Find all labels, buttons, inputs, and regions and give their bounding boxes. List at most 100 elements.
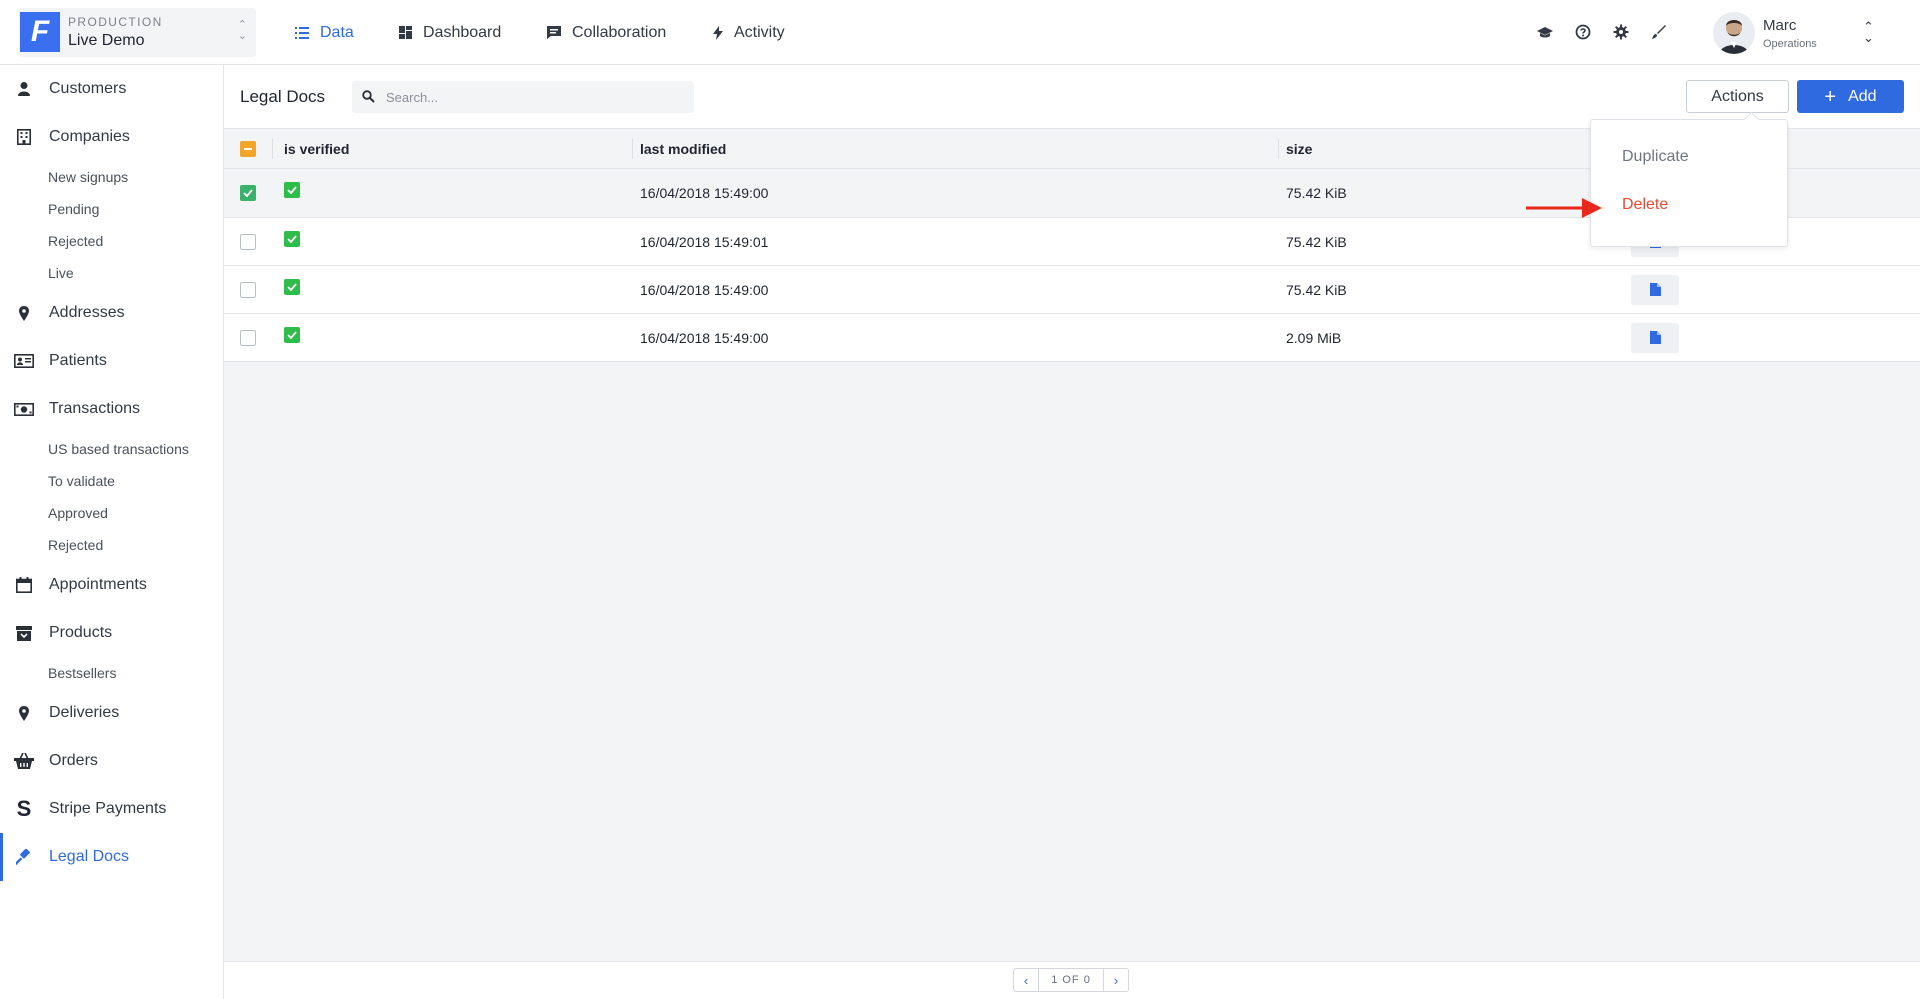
dashboard-icon (399, 26, 412, 39)
sidebar-item-legal-docs[interactable]: Legal Docs (0, 833, 223, 881)
verified-check-icon (284, 230, 300, 247)
row-checkbox[interactable] (240, 329, 256, 346)
archive-box-icon (14, 624, 34, 642)
app-logo: F (20, 12, 60, 52)
map-pin-icon (14, 704, 34, 722)
user-menu[interactable]: Marc Operations ⌃ ⌄ (1713, 12, 1903, 54)
sidebar-item-label: Legal Docs (49, 848, 130, 865)
sidebar-subitem-new-signups[interactable]: New signups (48, 169, 128, 185)
actions-button[interactable]: Actions (1686, 80, 1789, 113)
pagination: ‹ 1 OF 0 › (1013, 968, 1129, 992)
sidebar-subitem-rejected[interactable]: Rejected (48, 537, 103, 553)
search-icon (362, 90, 375, 103)
sidebar-item-label: Customers (49, 80, 127, 97)
sidebar-item-customers[interactable]: Customers (0, 71, 223, 107)
add-button[interactable]: + Add (1797, 80, 1904, 113)
sidebar-item-companies[interactable]: Companies (0, 119, 223, 155)
cell-last-modified: 16/04/2018 15:49:01 (640, 233, 769, 250)
verified-check-icon (284, 278, 300, 295)
sidebar-item-orders[interactable]: Orders (0, 743, 223, 779)
cell-size: 75.42 KiB (1286, 233, 1347, 250)
help-icon[interactable] (1575, 24, 1591, 40)
row-checkbox[interactable] (240, 281, 256, 298)
sidebar-subitem-rejected[interactable]: Rejected (48, 233, 103, 249)
brush-icon[interactable] (1651, 24, 1667, 40)
sidebar-item-addresses[interactable]: Addresses (0, 295, 223, 331)
top-bar: F PRODUCTION Live Demo ⌃ ⌄ Data Dashboard… (0, 0, 1920, 65)
sidebar-item-label: Patients (49, 352, 107, 369)
tab-collaboration[interactable]: Collaboration (547, 0, 666, 65)
column-header-is-verified[interactable]: is verified (284, 129, 349, 168)
sidebar-subitem-bestsellers[interactable]: Bestsellers (48, 665, 116, 681)
gavel-icon (14, 848, 34, 866)
money-icon (14, 400, 34, 418)
file-icon (1649, 283, 1661, 296)
project-switcher[interactable]: F PRODUCTION Live Demo ⌃ ⌄ (19, 8, 256, 57)
sidebar-item-stripe-payments[interactable]: S Stripe Payments (0, 791, 223, 827)
sidebar-item-patients[interactable]: Patients (0, 343, 223, 379)
select-all-checkbox[interactable] (240, 140, 256, 157)
avatar (1713, 12, 1755, 54)
gear-icon[interactable] (1613, 24, 1629, 40)
cell-last-modified: 16/04/2018 15:49:00 (640, 329, 769, 346)
id-card-icon (14, 352, 34, 370)
project-environment: PRODUCTION (68, 15, 163, 29)
sidebar-item-label: Products (49, 624, 113, 641)
page-title: Legal Docs (240, 87, 326, 106)
menu-item-delete[interactable]: Delete (1591, 185, 1787, 225)
cell-size: 75.42 KiB (1286, 185, 1347, 201)
column-header-size[interactable]: size (1286, 129, 1312, 168)
user-role: Operations (1763, 38, 1817, 50)
search-box[interactable] (352, 81, 694, 113)
chat-icon (547, 26, 561, 39)
tab-data[interactable]: Data (295, 0, 354, 65)
sidebar-subitem-us-based-transactions[interactable]: US based transactions (48, 441, 189, 457)
sidebar-item-appointments[interactable]: Appointments (0, 567, 223, 603)
annotation-arrow-icon (1526, 198, 1602, 218)
table-row[interactable]: 16/04/2018 15:49:00 75.42 KiB (224, 266, 1920, 314)
graduation-cap-icon[interactable] (1537, 24, 1553, 40)
sidebar-item-deliveries[interactable]: Deliveries (0, 695, 223, 731)
add-button-label: Add (1848, 87, 1877, 105)
menu-item-duplicate[interactable]: Duplicate (1591, 137, 1787, 177)
pagination-label: 1 OF 0 (1038, 969, 1104, 991)
sidebar-item-label: Orders (49, 752, 98, 769)
stripe-icon: S (16, 796, 32, 821)
actions-dropdown-menu: Duplicate Delete (1590, 119, 1788, 247)
sidebar-subitem-pending[interactable]: Pending (48, 201, 99, 217)
verified-check-icon (284, 182, 300, 198)
search-input[interactable] (386, 81, 686, 113)
sidebar-item-label: Addresses (49, 304, 125, 321)
map-pin-icon (14, 304, 34, 322)
sidebar-item-transactions[interactable]: Transactions (0, 391, 223, 427)
tab-activity-label: Activity (734, 23, 785, 41)
tab-activity[interactable]: Activity (713, 0, 785, 65)
user-name: Marc (1763, 17, 1797, 34)
tab-collaboration-label: Collaboration (572, 23, 667, 41)
chevron-right-icon[interactable]: › (1104, 969, 1128, 991)
file-icon (1649, 331, 1661, 344)
sidebar: Customers Companies New signups Pending … (0, 65, 224, 999)
sidebar-subitem-approved[interactable]: Approved (48, 505, 108, 521)
row-checkbox[interactable] (240, 233, 256, 250)
sidebar-item-label: Companies (49, 128, 130, 145)
cell-last-modified: 16/04/2018 15:49:00 (640, 185, 769, 201)
tab-dashboard-label: Dashboard (423, 23, 502, 41)
column-header-last-modified[interactable]: last modified (640, 129, 726, 168)
cell-size: 75.42 KiB (1286, 281, 1347, 298)
chevron-up-down-icon[interactable]: ⌃ ⌄ (238, 20, 247, 42)
sidebar-item-products[interactable]: Products (0, 615, 223, 651)
sidebar-item-label: Stripe Payments (49, 800, 167, 817)
sidebar-subitem-to-validate[interactable]: To validate (48, 473, 115, 489)
table-row[interactable]: 16/04/2018 15:49:00 2.09 MiB (224, 314, 1920, 362)
basket-icon (14, 752, 34, 770)
table-footer: ‹ 1 OF 0 › (224, 961, 1920, 999)
file-download-button[interactable] (1631, 322, 1679, 353)
tab-dashboard[interactable]: Dashboard (399, 0, 501, 65)
chevron-left-icon[interactable]: ‹ (1014, 969, 1038, 991)
sidebar-item-label: Deliveries (49, 704, 120, 721)
chevron-up-down-icon[interactable]: ⌃ ⌄ (1863, 20, 1874, 44)
sidebar-subitem-live[interactable]: Live (48, 265, 74, 281)
file-download-button[interactable] (1631, 274, 1679, 305)
row-checkbox[interactable] (240, 185, 256, 201)
